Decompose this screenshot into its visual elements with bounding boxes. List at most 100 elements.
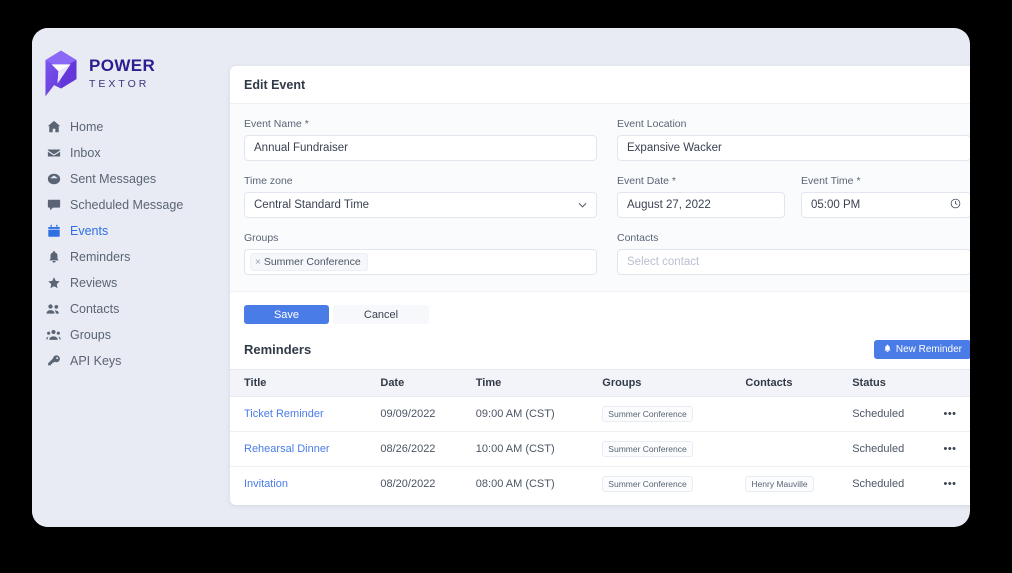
sidebar: POWER TEXTOR Home Inbox S [32,28,200,527]
table-header-row: Title Date Time Groups Contacts Status [230,370,970,397]
form-row-3: Groups × Summer Conference Contacts Sele… [244,232,970,275]
edit-event-card: Edit Event Event Name * Annual Fundraise… [230,66,970,505]
event-name-label: Event Name * [244,118,597,130]
bell-icon [883,344,892,355]
sidebar-item-label: Scheduled Message [70,198,183,212]
event-time-input[interactable]: 05:00 PM [801,192,970,218]
sidebar-item-label: Groups [70,328,111,342]
sidebar-item-api-keys[interactable]: API Keys [32,348,200,374]
sidebar-item-sent-messages[interactable]: Sent Messages [32,166,200,192]
reminder-title-cell: Invitation [230,467,380,502]
time-zone-label: Time zone [244,175,597,187]
sidebar-nav: Home Inbox Sent Messages Scheduled Messa… [32,114,200,374]
event-form: Event Name * Annual Fundraiser Event Loc… [230,104,970,292]
comment-icon [46,198,61,213]
event-time-group: Event Time * 05:00 PM [801,175,970,218]
clock-icon[interactable] [950,198,961,212]
reminder-groups-cell: Summer Conference [602,397,745,432]
star-icon [46,276,61,291]
chevron-down-icon [578,201,587,210]
new-reminder-label: New Reminder [896,344,962,355]
reminders-header: Reminders New Reminder [230,336,970,369]
reminder-title-link[interactable]: Rehearsal Dinner [244,443,330,455]
sidebar-item-label: Contacts [70,302,119,316]
remove-tag-icon[interactable]: × [255,257,261,268]
group-tag[interactable]: × Summer Conference [250,253,368,271]
reminder-status-cell: Scheduled [852,397,943,432]
brand-name-primary: POWER [89,56,155,75]
event-location-label: Event Location [617,118,970,130]
reminder-date-cell: 09/09/2022 [380,397,475,432]
reminder-time-cell: 08:00 AM (CST) [476,467,603,502]
group-chip: Summer Conference [602,441,692,457]
table-row: Ticket Reminder 09/09/2022 09:00 AM (CST… [230,397,970,432]
sidebar-item-home[interactable]: Home [32,114,200,140]
page-title: Edit Event [244,78,305,92]
sidebar-item-label: Events [70,224,108,238]
reminder-status-cell: Scheduled [852,467,943,502]
table-head: Title Date Time Groups Contacts Status [230,370,970,397]
sidebar-item-inbox[interactable]: Inbox [32,140,200,166]
reminder-title-link[interactable]: Ticket Reminder [244,408,324,420]
reminder-actions-cell: ••• [943,467,970,502]
sidebar-item-events[interactable]: Events [32,218,200,244]
reminder-groups-cell: Summer Conference [602,432,745,467]
sidebar-item-label: Sent Messages [70,172,156,186]
users-icon [46,302,61,317]
event-name-group: Event Name * Annual Fundraiser [244,118,597,161]
form-row-2: Time zone Central Standard Time Event Da… [244,175,970,218]
sidebar-item-label: Reviews [70,276,117,290]
event-time-label: Event Time * [801,175,970,187]
new-reminder-button[interactable]: New Reminder [874,340,970,359]
reminder-groups-cell: Summer Conference [602,467,745,502]
reminders-table: Title Date Time Groups Contacts Status T… [230,369,970,501]
reminder-contacts-cell: Henry Mauville [745,467,852,502]
event-name-input[interactable]: Annual Fundraiser [244,135,597,161]
sidebar-item-scheduled-message[interactable]: Scheduled Message [32,192,200,218]
sidebar-item-label: API Keys [70,354,121,368]
key-icon [46,354,61,369]
app-window: POWER TEXTOR Home Inbox S [32,28,970,527]
sidebar-item-reviews[interactable]: Reviews [32,270,200,296]
contacts-wrap: Contacts Select contact [617,232,970,275]
event-location-group: Event Location Expansive Wacker [617,118,970,161]
groups-input[interactable]: × Summer Conference [244,249,597,275]
sidebar-item-contacts[interactable]: Contacts [32,296,200,322]
reminder-time-cell: 10:00 AM (CST) [476,432,603,467]
reminder-title-cell: Rehearsal Dinner [230,432,380,467]
column-header-title[interactable]: Title [230,370,380,397]
row-menu-icon[interactable]: ••• [943,478,956,490]
save-button[interactable]: Save [244,305,329,324]
column-header-groups[interactable]: Groups [602,370,745,397]
column-header-actions [943,370,970,397]
event-date-group: Event Date * August 27, 2022 [617,175,785,218]
brand-logo[interactable]: POWER TEXTOR [32,38,200,100]
contacts-group: Contacts Select contact [617,232,970,275]
row-menu-icon[interactable]: ••• [943,408,956,420]
reminder-title-cell: Ticket Reminder [230,397,380,432]
sidebar-item-groups[interactable]: Groups [32,322,200,348]
reminder-title-link[interactable]: Invitation [244,478,288,490]
event-date-input[interactable]: August 27, 2022 [617,192,785,218]
event-location-input[interactable]: Expansive Wacker [617,135,970,161]
sidebar-item-reminders[interactable]: Reminders [32,244,200,270]
time-zone-select[interactable]: Central Standard Time [244,192,597,218]
sidebar-item-label: Reminders [70,250,130,264]
column-header-date[interactable]: Date [380,370,475,397]
event-location-wrap: Event Location Expansive Wacker [617,118,970,161]
column-header-status[interactable]: Status [852,370,943,397]
contacts-input[interactable]: Select contact [617,249,970,275]
row-menu-icon[interactable]: ••• [943,443,956,455]
group-chip: Summer Conference [602,406,692,422]
event-time-value: 05:00 PM [811,199,860,211]
column-header-time[interactable]: Time [476,370,603,397]
event-date-label: Event Date * [617,175,785,187]
reminder-contacts-cell [745,397,852,432]
column-header-contacts[interactable]: Contacts [745,370,852,397]
reminder-contacts-cell [745,432,852,467]
cancel-button[interactable]: Cancel [333,305,429,324]
reminder-time-cell: 09:00 AM (CST) [476,397,603,432]
reminder-date-cell: 08/26/2022 [380,432,475,467]
time-zone-group: Time zone Central Standard Time [244,175,597,218]
sidebar-item-label: Inbox [70,146,101,160]
